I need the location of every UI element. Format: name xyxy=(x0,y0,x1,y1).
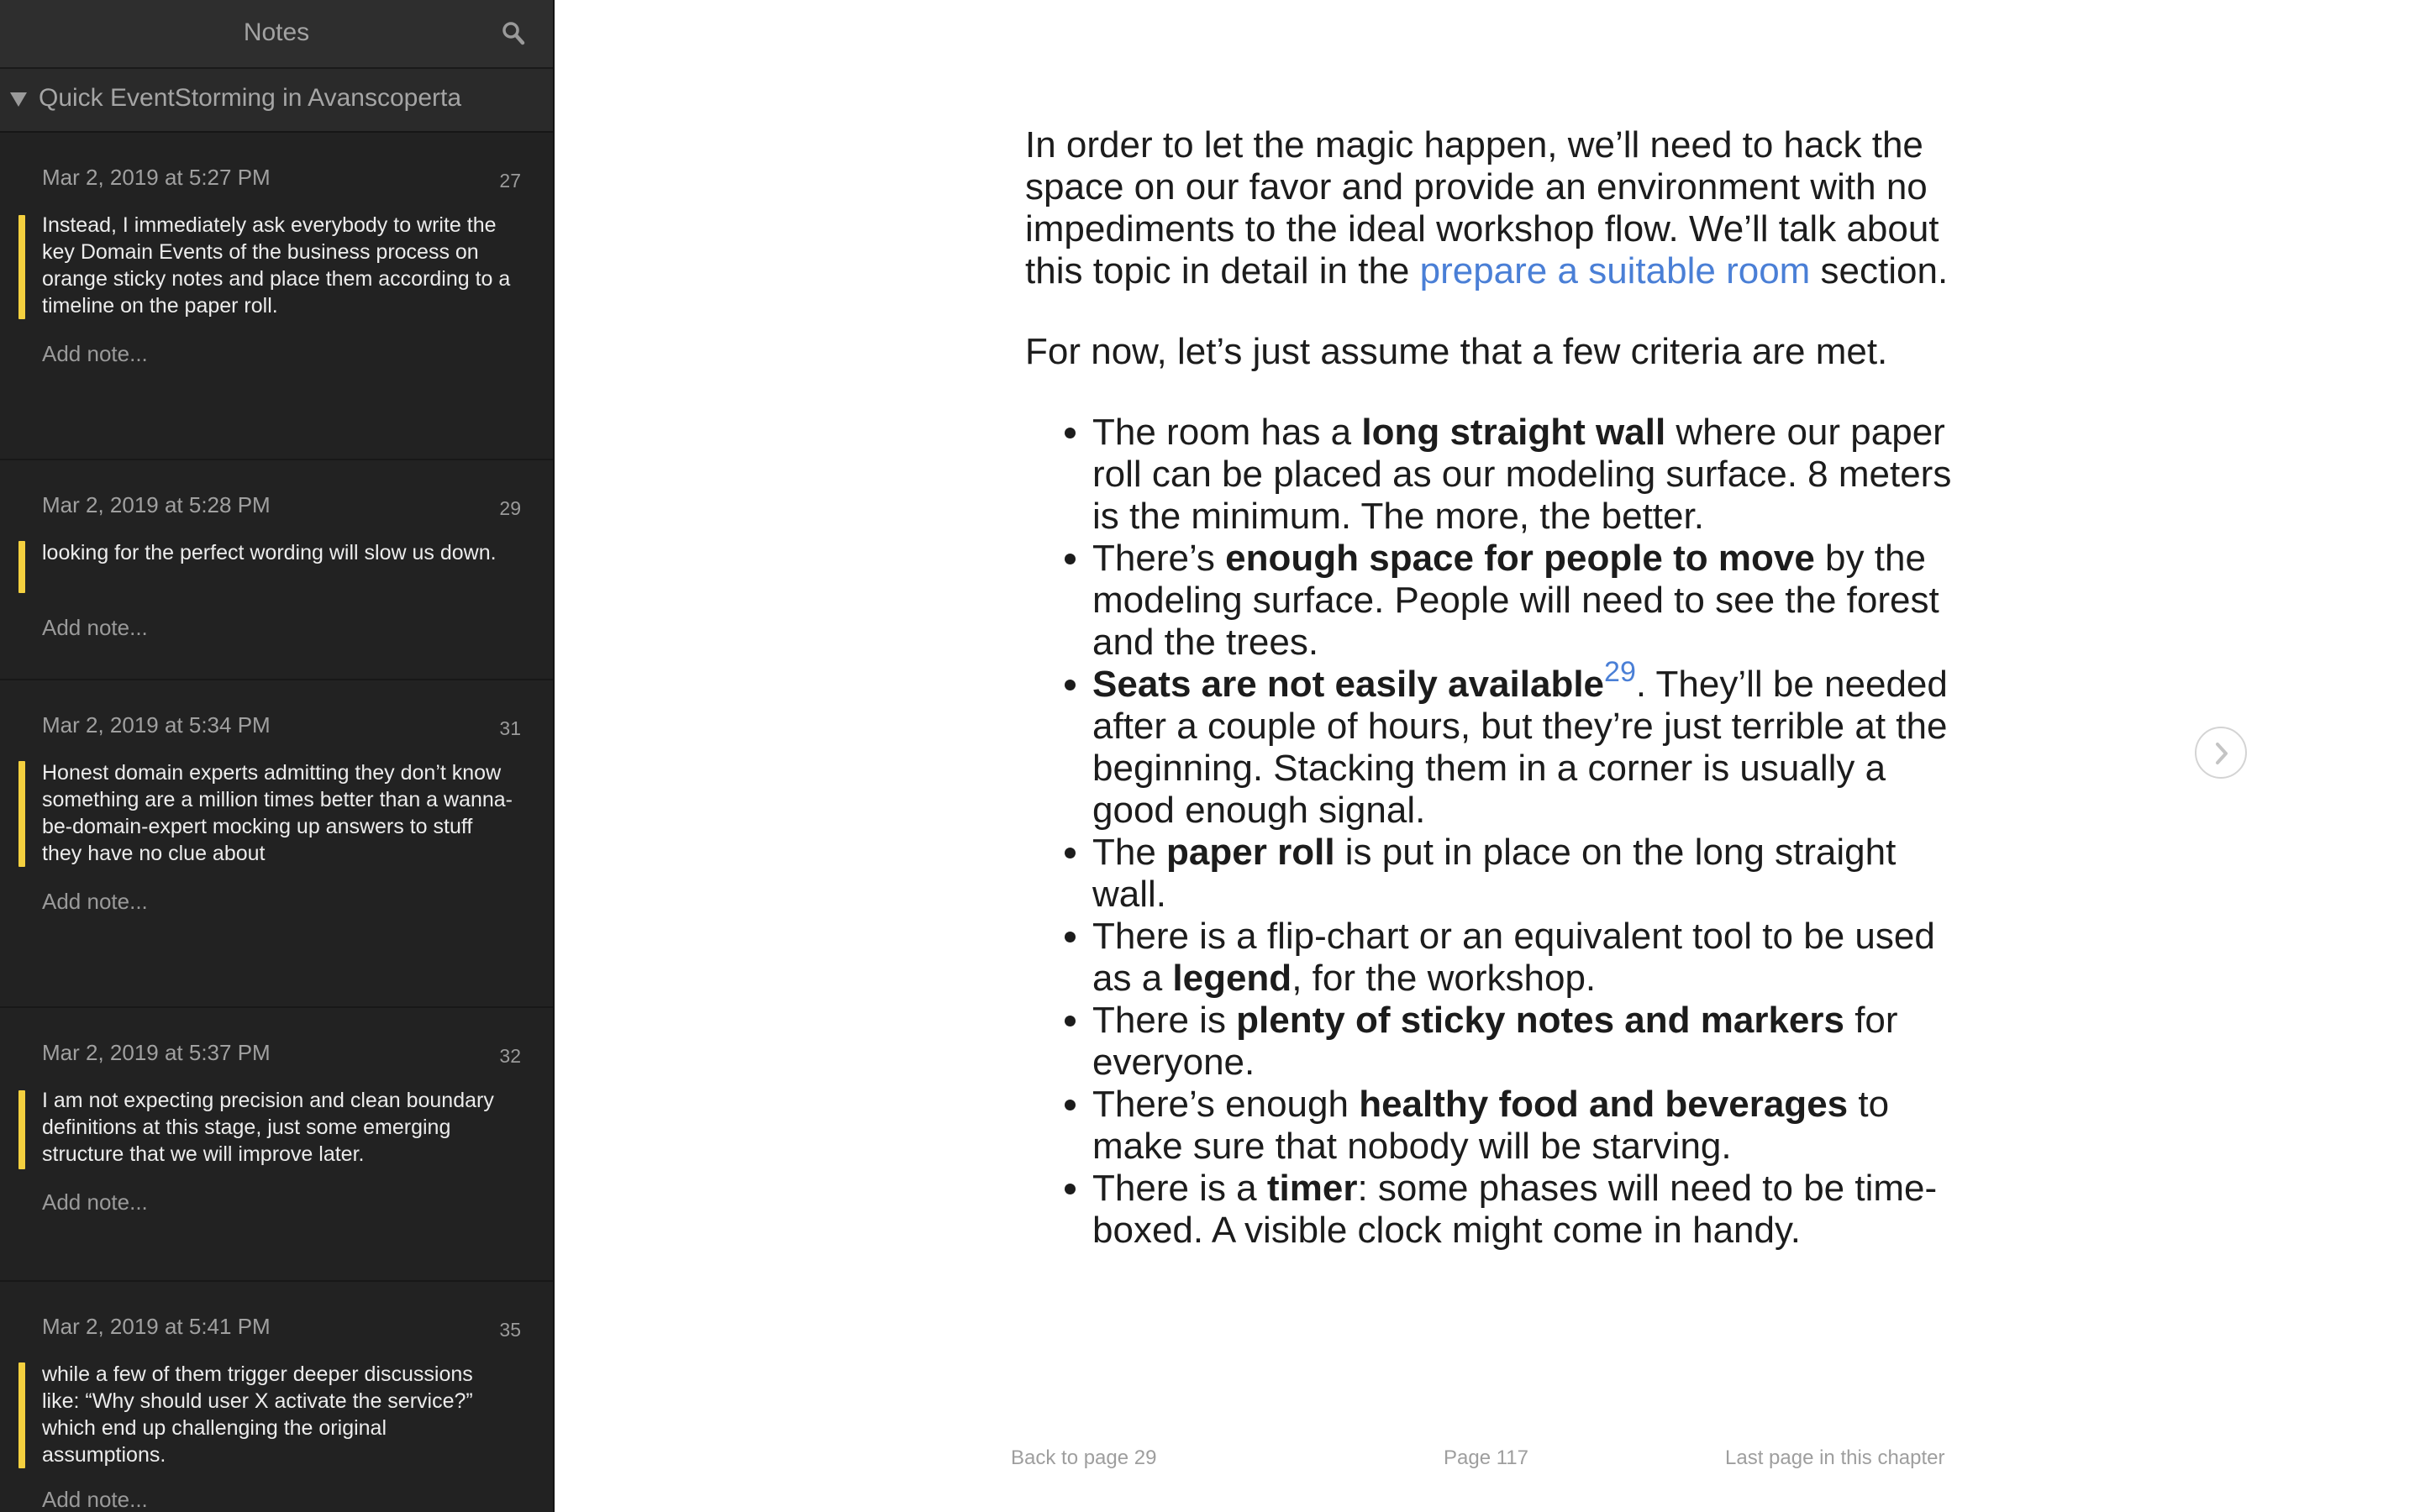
list-item: There’s enough healthy food and beverage… xyxy=(1092,1084,1970,1168)
list-item: Seats are not easily available29. They’l… xyxy=(1092,658,1970,832)
note-card[interactable]: Mar 2, 2019 at 5:27 PM 27 Instead, I imm… xyxy=(0,133,553,460)
note-date: Mar 2, 2019 at 5:41 PM xyxy=(42,1314,271,1339)
highlight-bar xyxy=(18,761,25,867)
highlight-bar xyxy=(18,1090,25,1169)
note-highlight-text[interactable]: Instead, I immediately ask everybody to … xyxy=(42,212,513,319)
list-item: There is a timer: some phases will need … xyxy=(1092,1168,1970,1252)
criteria-list: The room has a long straight wall where … xyxy=(1025,412,1970,1252)
sidebar-header: Notes xyxy=(0,0,553,69)
book-reader-page: In order to let the magic happen, we’ll … xyxy=(555,0,2420,1512)
add-note-field[interactable]: Add note... xyxy=(42,1487,148,1512)
chapter-title: Quick EventStorming in Avanscoperta xyxy=(39,84,462,112)
paragraph-text: section. xyxy=(1810,250,1949,291)
note-card[interactable]: Mar 2, 2019 at 5:41 PM 35 while a few of… xyxy=(0,1282,553,1512)
highlight-bar xyxy=(18,215,25,319)
note-date: Mar 2, 2019 at 5:28 PM xyxy=(42,492,271,517)
add-note-field[interactable]: Add note... xyxy=(42,889,148,915)
search-icon[interactable] xyxy=(501,20,526,47)
page-body: In order to let the magic happen, we’ll … xyxy=(1025,124,1970,1252)
note-page-number: 35 xyxy=(499,1319,521,1341)
paragraph: For now, let’s just assume that a few cr… xyxy=(1025,331,1888,372)
note-highlight-text[interactable]: looking for the perfect wording will slo… xyxy=(42,539,513,566)
add-note-field[interactable]: Add note... xyxy=(42,341,148,367)
chapter-group-header[interactable]: Quick EventStorming in Avanscoperta xyxy=(0,69,553,133)
add-note-field[interactable]: Add note... xyxy=(42,615,148,641)
list-item: The paper roll is put in place on the lo… xyxy=(1092,832,1970,916)
note-date: Mar 2, 2019 at 5:27 PM xyxy=(42,165,271,190)
note-card[interactable]: Mar 2, 2019 at 5:37 PM 32 I am not expec… xyxy=(0,1008,553,1282)
sidebar-title: Notes xyxy=(243,18,310,46)
note-page-number: 27 xyxy=(499,170,521,192)
next-page-button[interactable] xyxy=(2195,727,2247,779)
note-date: Mar 2, 2019 at 5:37 PM xyxy=(42,1040,271,1065)
notes-sidebar: Notes Quick EventStorming in Avanscopert… xyxy=(0,0,555,1512)
add-note-field[interactable]: Add note... xyxy=(42,1189,148,1215)
note-page-number: 31 xyxy=(499,717,521,739)
highlight-bar xyxy=(18,541,25,593)
footnote-link[interactable]: 29 xyxy=(1604,656,1636,688)
page-number: Page 117 xyxy=(1444,1446,1528,1469)
note-highlight-text[interactable]: I am not expecting precision and clean b… xyxy=(42,1087,513,1168)
note-highlight-text[interactable]: Honest domain experts admitting they don… xyxy=(42,759,513,867)
highlight-bar xyxy=(18,1362,25,1468)
chevron-right-icon xyxy=(2216,743,2228,764)
paragraph: In order to let the magic happen, we’ll … xyxy=(1025,124,1970,292)
note-date: Mar 2, 2019 at 5:34 PM xyxy=(42,712,271,738)
note-card[interactable]: Mar 2, 2019 at 5:28 PM 29 looking for th… xyxy=(0,460,553,680)
note-card[interactable]: Mar 2, 2019 at 5:34 PM 31 Honest domain … xyxy=(0,680,553,1008)
back-to-page-link[interactable]: Back to page 29 xyxy=(1011,1446,1156,1470)
note-page-number: 29 xyxy=(499,497,521,519)
note-page-number: 32 xyxy=(499,1045,521,1067)
list-item: The room has a long straight wall where … xyxy=(1092,412,1970,538)
list-item: There’s enough space for people to move … xyxy=(1092,538,1970,664)
note-highlight-text[interactable]: while a few of them trigger deeper discu… xyxy=(42,1361,513,1468)
disclosure-triangle-icon[interactable] xyxy=(10,92,27,107)
list-item: There is a flip-chart or an equivalent t… xyxy=(1092,916,1970,1000)
list-item: There is plenty of sticky notes and mark… xyxy=(1092,1000,1970,1084)
chapter-progress: Last page in this chapter xyxy=(1725,1446,1945,1469)
section-link[interactable]: prepare a suitable room xyxy=(1420,250,1811,291)
